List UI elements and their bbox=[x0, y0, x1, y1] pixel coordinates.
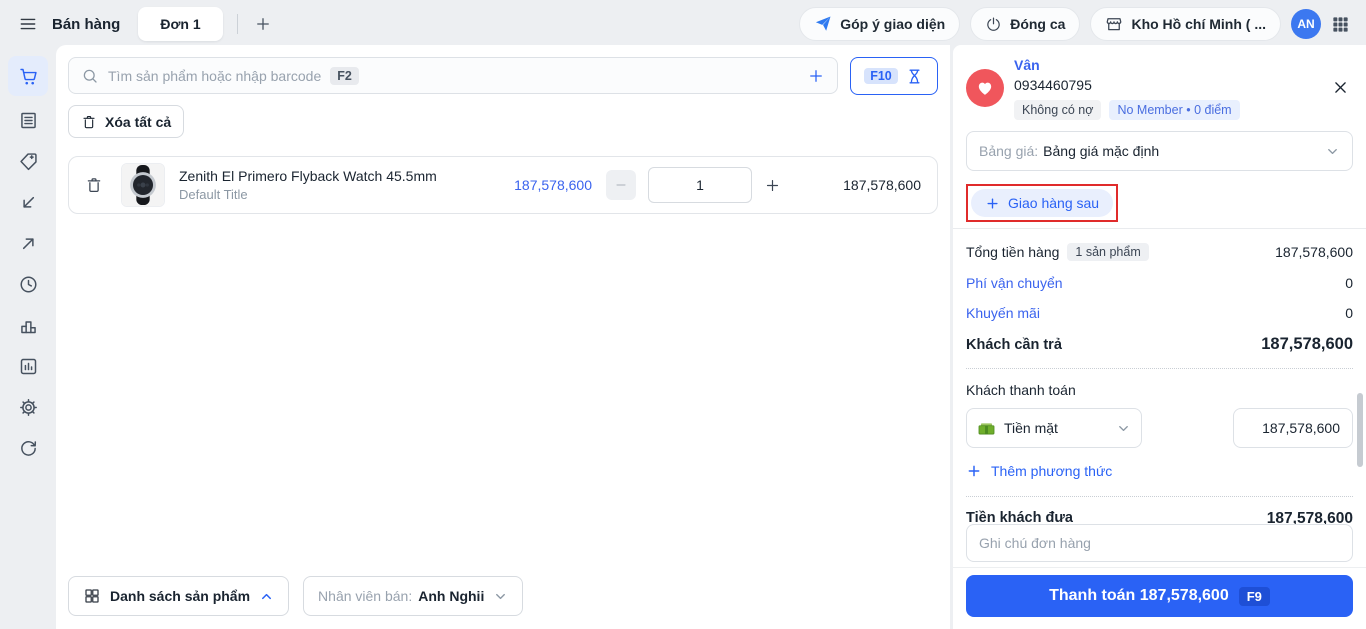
close-shift-button[interactable]: Đóng ca bbox=[970, 7, 1081, 41]
seller-selector[interactable]: Nhân viên bán: Anh Nghii bbox=[303, 576, 524, 616]
dotted-divider bbox=[966, 368, 1353, 369]
grid-icon bbox=[83, 587, 101, 605]
order-note-input[interactable] bbox=[966, 524, 1353, 562]
feedback-button[interactable]: Góp ý giao diện bbox=[799, 7, 961, 41]
plus-icon bbox=[985, 196, 1000, 211]
remove-customer-close-icon[interactable] bbox=[1328, 75, 1353, 100]
sidebar bbox=[0, 48, 56, 629]
sidebar-item-ranking[interactable] bbox=[8, 308, 48, 342]
sidebar-item-returns[interactable] bbox=[8, 185, 48, 219]
customer-phone: 0934460795 bbox=[1014, 77, 1092, 93]
plus-icon bbox=[966, 463, 982, 479]
cash-icon bbox=[977, 419, 996, 438]
payment-method-selector[interactable]: Tiền mặt bbox=[966, 408, 1142, 448]
product-variant: Default Title bbox=[179, 187, 248, 202]
debt-status-badge: Không có nợ bbox=[1014, 100, 1102, 120]
sync-icon bbox=[18, 438, 39, 459]
clear-all-button[interactable]: Xóa tất cả bbox=[68, 105, 185, 138]
pay-hotkey-badge: F9 bbox=[1238, 586, 1270, 606]
search-placeholder: Tìm sản phẩm hoặc nhập barcode bbox=[108, 67, 322, 84]
checkout-panel: Vân 0934460795 Không có nợ No Member • 0… bbox=[953, 45, 1366, 629]
gear-icon bbox=[18, 397, 39, 418]
shipping-fee-link[interactable]: Phí vận chuyển bbox=[966, 275, 1063, 291]
chevron-down-icon bbox=[1325, 144, 1340, 159]
deliver-later-highlight-box: Giao hàng sau bbox=[966, 184, 1119, 222]
new-order-button[interactable] bbox=[252, 13, 274, 35]
cart-icon bbox=[18, 66, 39, 87]
remove-item-trash-icon[interactable] bbox=[85, 176, 103, 194]
app-title: Bán hàng bbox=[52, 15, 121, 33]
sale-main-area: Tìm sản phẩm hoặc nhập barcode F2 F10 Xó… bbox=[56, 45, 950, 629]
add-custom-product-button[interactable] bbox=[807, 67, 825, 85]
unit-price-link[interactable]: 187,578,600 bbox=[488, 177, 592, 193]
search-input[interactable]: Tìm sản phẩm hoặc nhập barcode F2 bbox=[68, 57, 838, 94]
amount-due-value: 187,578,600 bbox=[1261, 335, 1353, 353]
product-list-toggle[interactable]: Danh sách sản phẩm bbox=[68, 576, 290, 616]
promotion-row: Khuyến mãi 0 bbox=[966, 305, 1353, 321]
add-payment-method-button[interactable]: Thêm phương thức bbox=[966, 463, 1112, 479]
store-icon bbox=[1105, 15, 1123, 33]
power-icon bbox=[985, 16, 1002, 33]
sidebar-item-orders[interactable] bbox=[8, 103, 48, 137]
ranking-icon bbox=[18, 315, 39, 336]
paper-plane-icon bbox=[814, 15, 832, 33]
line-total: 187,578,600 bbox=[843, 177, 921, 193]
sidebar-item-history[interactable] bbox=[8, 267, 48, 301]
chevron-down-icon bbox=[493, 589, 508, 604]
panel-scrollbar[interactable] bbox=[1357, 393, 1363, 467]
pay-button[interactable]: Thanh toán 187,578,600 F9 bbox=[966, 575, 1353, 617]
subtotal-row: Tổng tiền hàng 1 sản phẩm 187,578,600 bbox=[966, 243, 1353, 261]
subtotal-value: 187,578,600 bbox=[1275, 244, 1353, 260]
quantity-plus-button[interactable] bbox=[764, 177, 781, 194]
history-icon bbox=[18, 274, 39, 295]
customer-block: Vân 0934460795 Không có nợ No Member • 0… bbox=[966, 55, 1353, 120]
amount-due-row: Khách cần trả 187,578,600 bbox=[966, 335, 1353, 353]
chevron-down-icon bbox=[1116, 421, 1131, 436]
sidebar-item-settings[interactable] bbox=[8, 390, 48, 424]
hourglass-icon bbox=[905, 67, 924, 86]
member-status-badge: No Member • 0 điểm bbox=[1109, 100, 1240, 120]
promotion-value: 0 bbox=[1345, 305, 1353, 321]
orders-icon bbox=[18, 110, 39, 131]
payment-section-label: Khách thanh toán bbox=[966, 382, 1076, 398]
price-tag-icon bbox=[18, 151, 39, 172]
hamburger-menu-icon[interactable] bbox=[18, 14, 38, 34]
apps-grid-icon[interactable] bbox=[1331, 15, 1350, 34]
cart-line-item: Zenith El Primero Flyback Watch 45.5mm D… bbox=[68, 156, 938, 214]
user-avatar[interactable]: AN bbox=[1291, 9, 1321, 39]
quick-sale-button[interactable]: F10 bbox=[850, 57, 938, 95]
trash-icon bbox=[81, 114, 97, 130]
quantity-minus-button[interactable] bbox=[606, 170, 636, 200]
tab-divider bbox=[236, 14, 238, 34]
sidebar-item-reports[interactable] bbox=[8, 349, 48, 383]
shipping-row: Phí vận chuyển 0 bbox=[966, 275, 1353, 291]
promotion-link[interactable]: Khuyến mãi bbox=[966, 305, 1040, 321]
customer-name[interactable]: Vân bbox=[1014, 57, 1240, 73]
product-thumbnail bbox=[121, 163, 165, 207]
sidebar-item-transfers[interactable] bbox=[8, 226, 48, 260]
quantity-input[interactable] bbox=[648, 167, 752, 203]
shipping-value: 0 bbox=[1345, 275, 1353, 291]
price-list-selector[interactable]: Bảng giá: Bảng giá mặc định bbox=[966, 131, 1353, 171]
deliver-later-button[interactable]: Giao hàng sau bbox=[971, 189, 1114, 217]
store-selector[interactable]: Kho Hồ chí Minh ( ... bbox=[1090, 7, 1281, 41]
product-name: Zenith El Primero Flyback Watch 45.5mm bbox=[179, 168, 437, 184]
sidebar-item-sell[interactable] bbox=[8, 56, 48, 96]
sidebar-item-sync[interactable] bbox=[8, 431, 48, 465]
quick-sale-hotkey-badge: F10 bbox=[864, 68, 898, 84]
dotted-divider bbox=[966, 496, 1353, 497]
section-divider bbox=[953, 228, 1366, 229]
arrow-in-icon bbox=[18, 192, 39, 213]
search-hotkey-badge: F2 bbox=[330, 66, 359, 85]
item-count-badge: 1 sản phẩm bbox=[1067, 243, 1149, 261]
sidebar-item-pricing[interactable] bbox=[8, 144, 48, 178]
topbar: Bán hàng Đơn 1 Góp ý giao diện Đóng ca K… bbox=[0, 0, 1366, 48]
arrow-out-icon bbox=[18, 233, 39, 254]
chevron-up-icon bbox=[259, 589, 274, 604]
search-icon bbox=[81, 67, 99, 85]
report-icon bbox=[18, 356, 39, 377]
order-tab[interactable]: Đơn 1 bbox=[138, 7, 223, 41]
payment-amount-input[interactable] bbox=[1233, 408, 1353, 448]
customer-heart-avatar[interactable] bbox=[966, 69, 1004, 107]
